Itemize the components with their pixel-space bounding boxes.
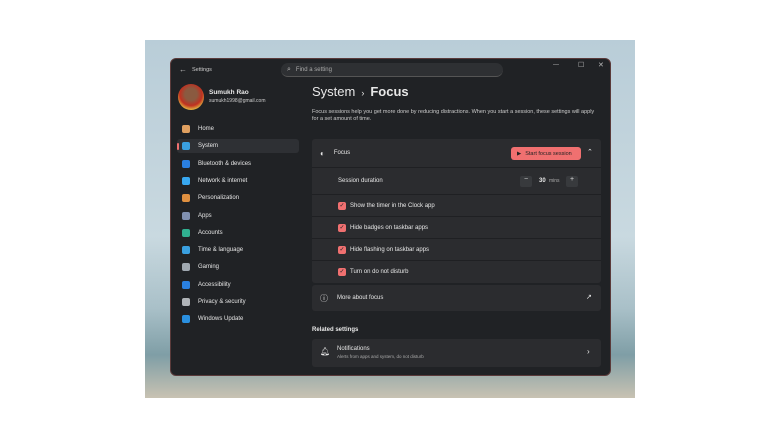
focus-header[interactable]: ◐ Focus ▶ Start focus session ⌃ bbox=[312, 139, 601, 167]
checkbox-label: Turn on do not disturb bbox=[350, 268, 409, 275]
help-icon: ⓘ bbox=[320, 293, 328, 303]
sidebar-item-privacy-security[interactable]: Privacy & security bbox=[177, 295, 299, 309]
focus-option-row: ✓ Turn on do not disturb bbox=[312, 260, 601, 282]
session-duration-row: Session duration − 30 mins + bbox=[312, 167, 601, 194]
sidebar-item-network-internet[interactable]: Network & internet bbox=[177, 174, 299, 188]
sidebar-item-label: Apps bbox=[198, 212, 212, 219]
sidebar-item-system[interactable]: System bbox=[177, 139, 299, 154]
avatar[interactable] bbox=[178, 84, 204, 110]
sidebar-item-label: Accessibility bbox=[198, 281, 231, 288]
checkbox[interactable]: ✓ bbox=[338, 201, 346, 210]
checkbox-label: Show the timer in the Clock app bbox=[350, 202, 435, 209]
sidebar-item-label: Personalization bbox=[198, 195, 240, 202]
maximize-button[interactable]: ☐ bbox=[578, 61, 584, 69]
notifications-link[interactable]: 🔔︎ Notifications Alerts from apps and sy… bbox=[312, 339, 601, 367]
windows-update-icon bbox=[182, 315, 190, 324]
duration-increase-button[interactable]: + bbox=[566, 176, 578, 187]
sidebar-item-personalization[interactable]: Personalization bbox=[177, 191, 299, 205]
related-settings-heading: Related settings bbox=[312, 327, 359, 333]
personalization-icon bbox=[182, 194, 190, 203]
chevron-right-icon: › bbox=[587, 347, 590, 356]
sidebar-item-gaming[interactable]: Gaming bbox=[177, 260, 299, 274]
page-title: Focus bbox=[370, 84, 409, 99]
user-name: Sumukh Rao bbox=[209, 89, 249, 96]
more-about-focus-link[interactable]: ⓘ More about focus ↗ bbox=[312, 285, 601, 311]
sidebar-item-accounts[interactable]: Accounts bbox=[177, 226, 299, 240]
home-icon bbox=[182, 125, 190, 133]
close-button[interactable]: ✕ bbox=[598, 61, 604, 69]
start-focus-label: Start focus session bbox=[525, 150, 572, 157]
sidebar-item-windows-update[interactable]: Windows Update bbox=[177, 312, 299, 326]
external-link-icon: ↗ bbox=[586, 294, 592, 301]
sidebar-item-apps[interactable]: Apps bbox=[177, 209, 299, 223]
more-about-focus-label: More about focus bbox=[337, 295, 384, 301]
focus-option-row: ✓ Hide badges on taskbar apps bbox=[312, 216, 601, 238]
checkbox-label: Hide badges on taskbar apps bbox=[350, 224, 429, 231]
focus-clock-icon: ◐ bbox=[320, 148, 325, 158]
session-duration-label: Session duration bbox=[338, 178, 383, 184]
sidebar-item-label: Time & language bbox=[198, 247, 244, 254]
user-email: sumukh1998@gmail.com bbox=[209, 98, 266, 104]
sidebar-item-label: Gaming bbox=[198, 264, 220, 271]
search-icon: ⌕ bbox=[287, 65, 291, 73]
checkbox-label: Hide flashing on taskbar apps bbox=[350, 246, 430, 253]
notifications-subtitle: Alerts from apps and system, do not dist… bbox=[337, 354, 424, 359]
start-focus-button[interactable]: ▶ Start focus session bbox=[511, 147, 581, 160]
back-button[interactable]: ← bbox=[179, 65, 187, 74]
window-title: Settings bbox=[192, 67, 212, 73]
accessibility-icon bbox=[182, 280, 190, 289]
page-description: Focus sessions help you get more done by… bbox=[312, 109, 595, 122]
checkbox[interactable]: ✓ bbox=[338, 245, 346, 254]
gaming-icon bbox=[182, 263, 190, 272]
sidebar-item-label: Windows Update bbox=[198, 316, 244, 323]
sidebar-item-accessibility[interactable]: Accessibility bbox=[177, 278, 299, 292]
sidebar-item-label: Privacy & security bbox=[198, 299, 246, 305]
notifications-title: Notifications bbox=[337, 346, 370, 352]
sidebar-item-time-language[interactable]: Time & language bbox=[177, 243, 299, 257]
sidebar-item-label: System bbox=[198, 143, 219, 150]
bluetooth-devices-icon bbox=[182, 159, 190, 168]
breadcrumb: System › Focus bbox=[312, 84, 409, 99]
minimize-button[interactable]: — bbox=[553, 62, 559, 68]
breadcrumb-separator: › bbox=[361, 88, 365, 98]
checkbox[interactable]: ✓ bbox=[338, 223, 346, 232]
bell-icon: 🔔︎ bbox=[320, 347, 331, 356]
apps-icon bbox=[182, 211, 190, 220]
sidebar-item-home[interactable]: Home bbox=[177, 122, 299, 136]
focus-option-row: ✓ Show the timer in the Clock app bbox=[312, 194, 601, 216]
play-icon: ▶ bbox=[517, 150, 522, 157]
settings-window: ← Settings ⌕ Find a setting — ☐ ✕ Sumukh… bbox=[170, 58, 611, 376]
sidebar-item-label: Network & internet bbox=[198, 177, 248, 184]
privacy-security-icon bbox=[182, 298, 190, 306]
sidebar-item-bluetooth-devices[interactable]: Bluetooth & devices bbox=[177, 157, 299, 171]
breadcrumb-system[interactable]: System bbox=[312, 84, 355, 99]
search-input[interactable]: ⌕ Find a setting bbox=[281, 63, 503, 77]
checkbox[interactable]: ✓ bbox=[338, 267, 346, 276]
collapse-chevron-icon[interactable]: ⌃ bbox=[587, 148, 593, 156]
focus-label: Focus bbox=[333, 150, 351, 156]
network-internet-icon bbox=[182, 176, 190, 185]
sidebar-item-label: Accounts bbox=[198, 229, 223, 236]
search-placeholder: Find a setting bbox=[295, 66, 332, 73]
time-language-icon bbox=[182, 246, 190, 255]
duration-decrease-button[interactable]: − bbox=[520, 176, 532, 187]
focus-card: ◐ Focus ▶ Start focus session ⌃ Session d… bbox=[312, 139, 601, 283]
sidebar-item-label: Bluetooth & devices bbox=[198, 160, 252, 167]
sidebar-item-label: Home bbox=[198, 126, 215, 132]
focus-option-row: ✓ Hide flashing on taskbar apps bbox=[312, 238, 601, 260]
duration-value: 30 bbox=[539, 178, 546, 184]
accounts-icon bbox=[182, 228, 190, 237]
duration-unit: mins bbox=[549, 178, 560, 184]
system-icon bbox=[182, 142, 190, 151]
